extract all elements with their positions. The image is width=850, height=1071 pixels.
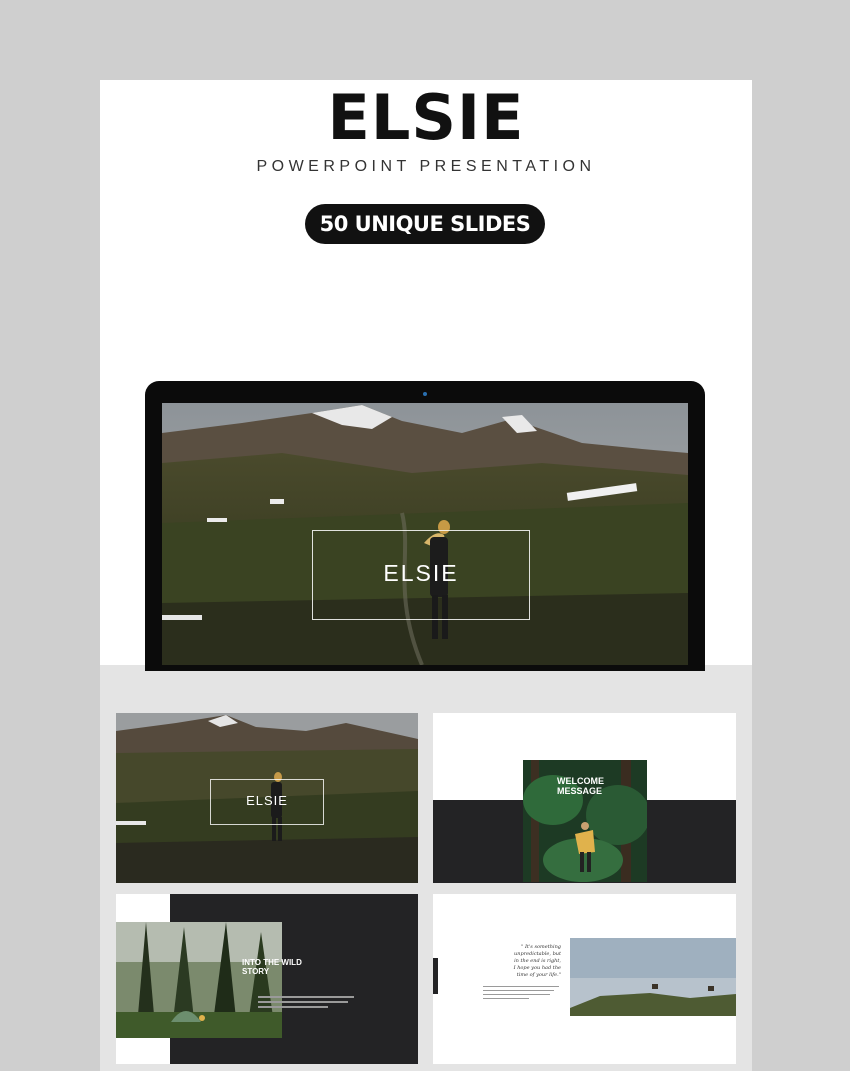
wild-forest-photo (116, 922, 282, 1038)
quote-line: time of your life." (516, 972, 561, 978)
wild-title-line1: INTO THE WILD (242, 958, 302, 967)
deer-landscape-photo (570, 938, 736, 1016)
quote-line: I hope you had the (513, 965, 561, 971)
quote-block: " It's something unpredictable, but in t… (493, 944, 561, 979)
slide-thumbnail-1[interactable]: ELSIE (116, 713, 418, 883)
product-subtitle: POWERPOINT PRESENTATION (256, 158, 596, 175)
quote-line: in the end is right, (514, 958, 561, 964)
body-text-lines (483, 986, 559, 1002)
body-text-lines (258, 996, 358, 1011)
quote-line: unpredictable, but (514, 951, 561, 957)
wild-title-line2: STORY (242, 967, 270, 976)
accent-bar (433, 958, 438, 994)
hero-title: ELSIE (383, 560, 459, 586)
product-title: ELSIE (327, 81, 525, 154)
slide-thumbnail-2[interactable]: WELCOME MESSAGE (433, 713, 736, 883)
slide-thumbnail-3[interactable]: INTO THE WILD STORY (116, 894, 418, 1064)
quote-line: " It's something (521, 944, 561, 950)
slide-thumbnail-4[interactable]: " It's something unpredictable, but in t… (433, 894, 736, 1064)
thumb-title: ELSIE (246, 793, 288, 808)
slides-count-badge: 50 UNIQUE SLIDES (305, 204, 545, 244)
welcome-title-line2: MESSAGE (557, 786, 603, 796)
camera-dot (423, 392, 427, 396)
welcome-title-line1: WELCOME (557, 776, 604, 786)
